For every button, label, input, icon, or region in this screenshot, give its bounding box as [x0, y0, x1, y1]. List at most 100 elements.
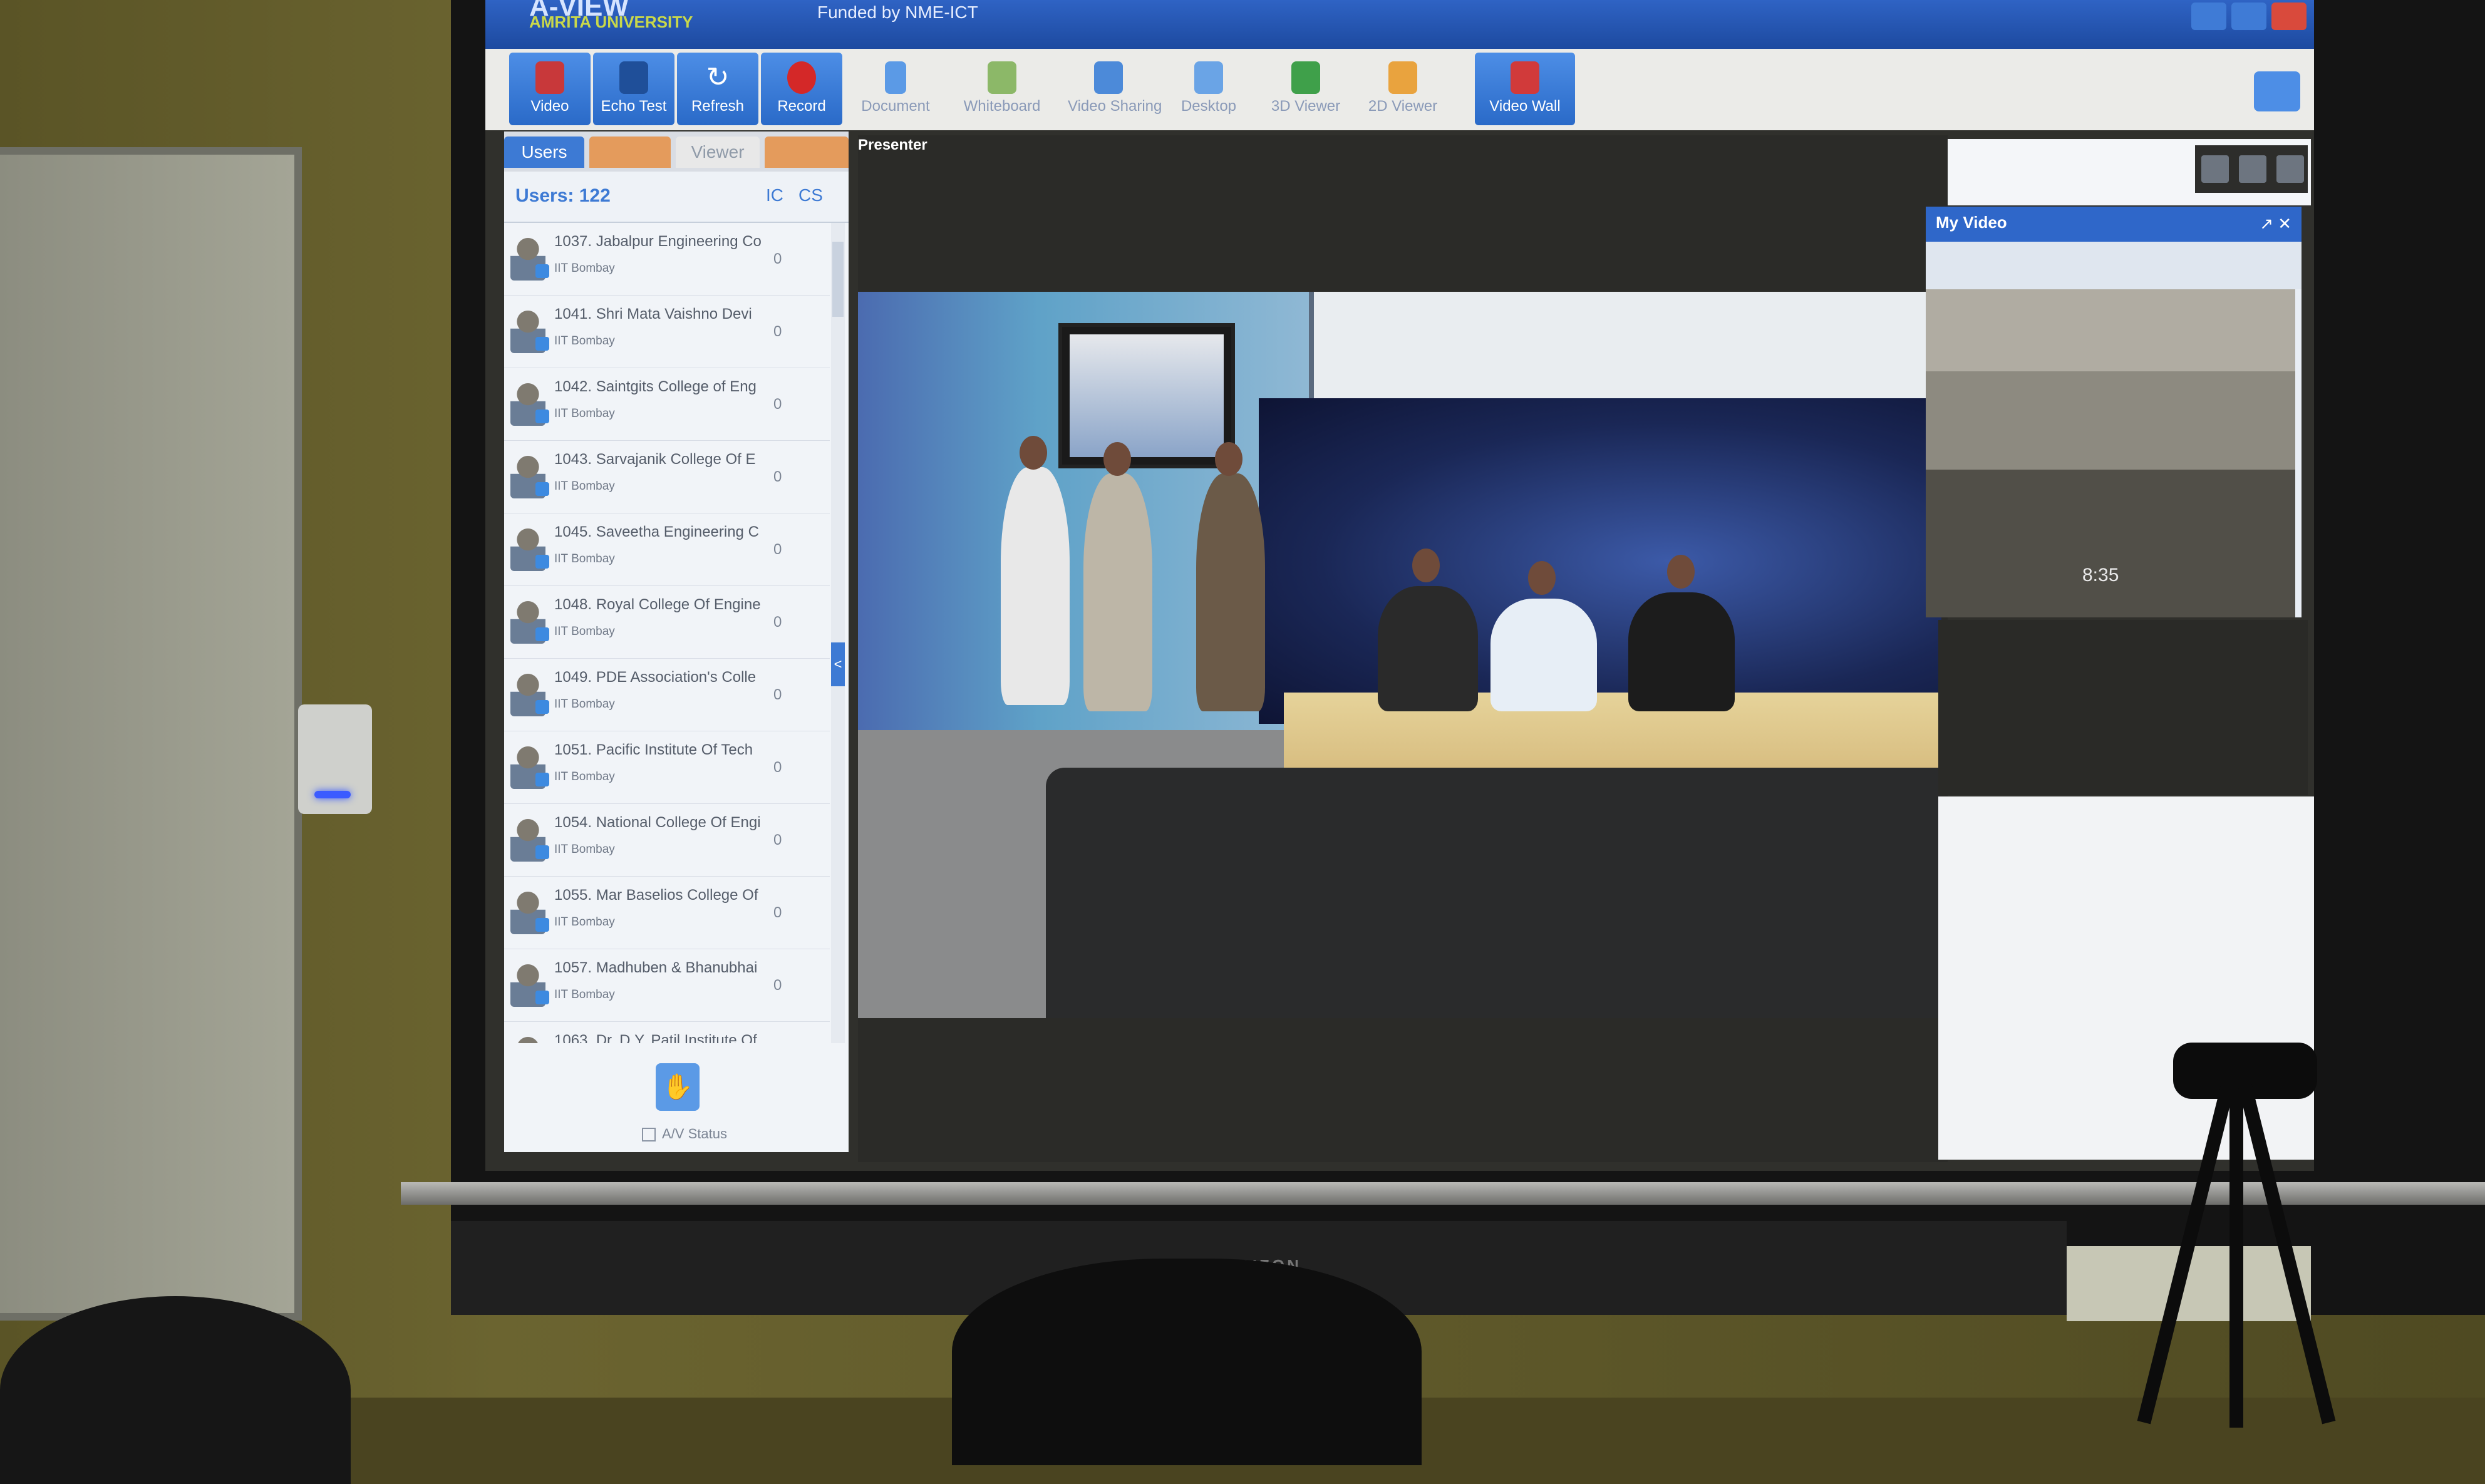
users-panel: Users Viewer Users: 122 IC CS 1037. Jaba…: [504, 131, 849, 1152]
column-ic[interactable]: IC: [766, 185, 783, 205]
user-name: 1043. Sarvajanik College Of E: [554, 451, 756, 468]
list-item[interactable]: 1063. Dr. D.Y. Patil Institute Of: [504, 1022, 830, 1043]
3d-viewer-module-button[interactable]: 3D Viewer: [1265, 53, 1346, 125]
list-item[interactable]: 1055. Mar Baselios College Of IIT Bombay 0: [504, 877, 830, 949]
user-org: IIT Bombay: [554, 915, 615, 929]
whiteboard-label: Whiteboard: [963, 98, 1041, 115]
record-button[interactable]: Record: [761, 53, 842, 125]
document-module-button[interactable]: Document: [855, 53, 936, 125]
video-wall-icon: [1511, 61, 1539, 94]
avatar: [510, 599, 549, 644]
user-ic-value: 0: [773, 468, 782, 485]
list-item[interactable]: 1042. Saintgits College of Eng IIT Bombay…: [504, 368, 830, 441]
2d-viewer-module-button[interactable]: 2D Viewer: [1362, 53, 1444, 125]
list-item[interactable]: 1049. PDE Association's Colle IIT Bombay 0: [504, 659, 830, 731]
avatar: [510, 889, 549, 934]
person-head: [1412, 549, 1440, 582]
list-item[interactable]: 1045. Saveetha Engineering C IIT Bombay 0: [504, 513, 830, 586]
user-name: 1049. PDE Association's Colle: [554, 669, 757, 686]
checkbox-box[interactable]: [642, 1128, 656, 1142]
person-seated: [1490, 599, 1597, 711]
avatar: [510, 308, 549, 353]
user-name: 1051. Pacific Institute Of Tech: [554, 741, 753, 758]
user-name: 1042. Saintgits College of Eng: [554, 378, 757, 395]
list-item[interactable]: 1041. Shri Mata Vaishno Devi IIT Bombay 0: [504, 296, 830, 368]
scroll-thumb[interactable]: [832, 242, 844, 317]
echo-test-button[interactable]: Echo Test: [593, 53, 674, 125]
avatar: [510, 744, 549, 789]
presenter-label: Presenter: [858, 137, 927, 153]
users-list-header: Users: 122 IC CS: [504, 172, 849, 223]
desktop-icon: [1194, 61, 1223, 94]
tab-users[interactable]: Users: [504, 137, 584, 168]
whiteboard-module-button[interactable]: Whiteboard: [961, 53, 1043, 125]
users-count: Users: 122: [515, 185, 611, 206]
user-ic-value: 0: [773, 904, 782, 921]
wall-sensor-device: [298, 704, 372, 814]
raise-hand-icon[interactable]: ✋: [656, 1063, 700, 1111]
refresh-button[interactable]: ↻ Refresh: [677, 53, 758, 125]
user-org: IIT Bombay: [554, 843, 615, 856]
user-list-scrollbar[interactable]: <: [831, 223, 845, 1043]
user-ic-value: 0: [773, 759, 782, 776]
minimize-button[interactable]: [2191, 3, 2226, 30]
studio-white-panel: [1314, 292, 1941, 398]
tab-viewer[interactable]: Viewer: [676, 137, 760, 168]
column-cs[interactable]: CS: [798, 185, 823, 205]
tab-fourth[interactable]: [765, 137, 849, 168]
collapse-panel-toggle[interactable]: <: [831, 642, 845, 686]
projector-screen-rail: [401, 1182, 2485, 1205]
close-button[interactable]: [2271, 3, 2307, 30]
person-standing: [1083, 473, 1152, 711]
user-ic-value: 0: [773, 250, 782, 267]
list-item[interactable]: 1037. Jabalpur Engineering Co IIT Bombay 0: [504, 223, 830, 296]
tab-second[interactable]: [589, 137, 671, 168]
side-status-panel: [1938, 620, 2308, 795]
list-item[interactable]: 1051. Pacific Institute Of Tech IIT Bomba…: [504, 731, 830, 804]
video-sharing-module-button[interactable]: Video Sharing: [1068, 53, 1162, 125]
close-icon[interactable]: [2276, 155, 2304, 183]
record-label: Record: [777, 98, 826, 115]
record-icon: [787, 61, 816, 94]
list-item[interactable]: 1054. National College Of Engi IIT Bombay…: [504, 804, 830, 877]
desktop-label: Desktop: [1181, 98, 1237, 115]
user-org: IIT Bombay: [554, 334, 615, 348]
refresh-icon: ↻: [706, 62, 730, 93]
avatar: [510, 817, 549, 862]
user-list: 1037. Jabalpur Engineering Co IIT Bombay 0…: [504, 223, 830, 1043]
user-org: IIT Bombay: [554, 262, 615, 275]
foreground-monitor: [1046, 768, 1941, 1018]
document-icon: [885, 61, 906, 94]
person-seated: [1628, 592, 1735, 711]
person-standing: [1001, 467, 1070, 705]
video-wall-module-button[interactable]: Video Wall: [1475, 53, 1575, 125]
person-seated: [1378, 586, 1478, 711]
list-item[interactable]: 1043. Sarvajanik College Of E IIT Bombay 0: [504, 441, 830, 513]
list-item[interactable]: 1057. Madhuben & Bhanubhai IIT Bombay 0: [504, 949, 830, 1022]
person-head: [1215, 442, 1242, 476]
avatar: [510, 671, 549, 716]
user-org: IIT Bombay: [554, 770, 615, 783]
av-status-checkbox[interactable]: A/V Status: [642, 1126, 727, 1142]
avatar: [510, 381, 549, 426]
my-video-window-icons[interactable]: ↗ ✕: [2260, 214, 2291, 234]
maximize-button[interactable]: [2231, 3, 2266, 30]
person-head: [1528, 561, 1556, 595]
video-wall-label: Video Wall: [1489, 98, 1561, 115]
my-video-feed: 8:35: [1926, 289, 2295, 617]
grid-icon[interactable]: [2239, 155, 2266, 183]
layout-toggle-button[interactable]: [2254, 71, 2300, 111]
video-button[interactable]: Video: [509, 53, 591, 125]
video-timestamp: 8:35: [2082, 565, 2119, 585]
list-item[interactable]: 1048. Royal College Of Engine IIT Bombay 0: [504, 586, 830, 659]
studio-backdrop: [1259, 398, 1941, 724]
whiteboard-icon: [988, 61, 1016, 94]
title-bar: A-VIEW AMRITA UNIVERSITY Funded by NME-I…: [485, 0, 2314, 49]
desktop-module-button[interactable]: Desktop: [1168, 53, 1249, 125]
restore-icon[interactable]: [2201, 155, 2229, 183]
my-video-title: My Video: [1936, 213, 2007, 232]
microphone-icon: [619, 61, 648, 94]
user-name: 1041. Shri Mata Vaishno Devi: [554, 306, 752, 322]
user-ic-value: 0: [773, 686, 782, 703]
my-video-toolbar: [1926, 242, 2302, 289]
